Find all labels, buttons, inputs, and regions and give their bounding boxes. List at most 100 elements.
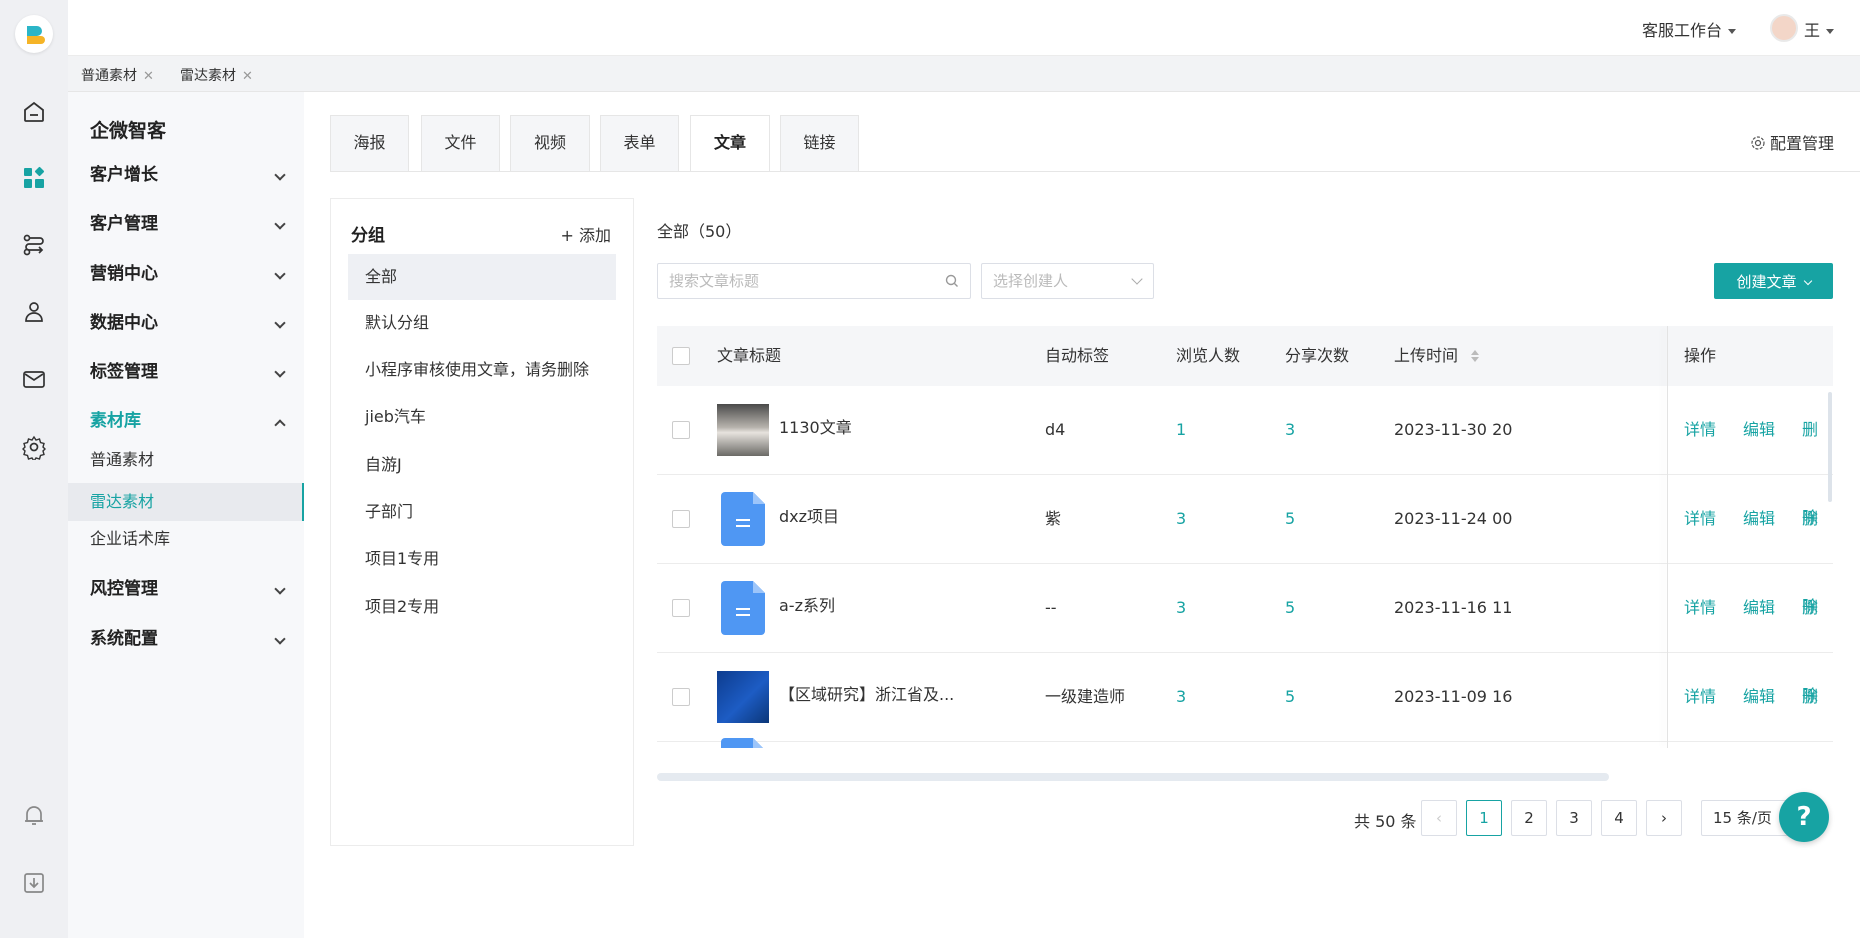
menu-item-risk-control[interactable]: 风控管理 xyxy=(68,570,304,608)
chevron-right-icon: › xyxy=(1661,809,1667,827)
article-count-title: 全部（50） xyxy=(657,222,742,241)
horizontal-scrollbar[interactable] xyxy=(657,773,1609,781)
article-views[interactable]: 1 xyxy=(1176,386,1186,474)
row-checkbox[interactable] xyxy=(672,421,690,439)
menu-item-customer-management[interactable]: 客户管理 xyxy=(68,205,304,243)
tab-article[interactable]: 文章 xyxy=(690,115,770,172)
menu-item-label: 系统配置 xyxy=(90,629,158,649)
page-tab-radar[interactable]: 雷达素材 ✕ xyxy=(180,65,253,85)
chevron-down-icon xyxy=(274,317,286,329)
settings-icon[interactable] xyxy=(18,431,50,463)
group-item[interactable]: 自游J xyxy=(348,442,616,488)
menu-item-system-config[interactable]: 系统配置 xyxy=(68,620,304,658)
bell-icon[interactable] xyxy=(18,799,50,831)
tab-label: 文章 xyxy=(713,133,746,152)
detail-button[interactable]: 详情 xyxy=(1684,475,1716,563)
group-item[interactable]: 小程序审核使用文章，请务删除 xyxy=(348,347,616,393)
pagination-total: 共 50 条 xyxy=(1354,812,1417,831)
search-input[interactable] xyxy=(657,263,971,299)
edit-button[interactable]: 编辑 xyxy=(1743,564,1775,652)
next-page-button[interactable]: › xyxy=(1646,800,1682,836)
chevron-down-icon xyxy=(274,268,286,280)
edit-button[interactable]: 编辑 xyxy=(1743,475,1775,563)
row-checkbox[interactable] xyxy=(672,688,690,706)
help-button[interactable]: ? xyxy=(1779,792,1829,842)
article-shares[interactable]: 5 xyxy=(1285,475,1295,563)
menu-item-material-library[interactable]: 素材库 xyxy=(68,402,304,440)
edit-button[interactable]: 编辑 xyxy=(1743,653,1775,741)
article-shares[interactable]: 5 xyxy=(1285,564,1295,652)
sub-item-normal-material[interactable]: 普通素材 xyxy=(68,441,304,479)
group-item[interactable]: 默认分组 xyxy=(348,300,616,346)
article-views[interactable]: 3 xyxy=(1176,475,1186,563)
group-item[interactable]: 子部门 xyxy=(348,489,616,535)
workbench-dropdown[interactable]: 客服工作台 xyxy=(1642,17,1736,41)
chevron-down-icon xyxy=(274,218,286,230)
group-item[interactable]: jieb汽车 xyxy=(348,394,616,440)
chevron-up-icon xyxy=(274,419,286,431)
article-tag: 一级建造师 xyxy=(1045,687,1126,706)
home-icon[interactable] xyxy=(18,96,50,128)
menu-item-tag-management[interactable]: 标签管理 xyxy=(68,353,304,391)
article-views[interactable]: 3 xyxy=(1176,653,1186,741)
page-button-3[interactable]: 3 xyxy=(1556,800,1592,836)
config-management-button[interactable]: 配置管理 xyxy=(1750,130,1834,154)
icon-rail xyxy=(0,0,68,938)
detail-button[interactable]: 详情 xyxy=(1684,564,1716,652)
close-icon[interactable]: ✕ xyxy=(242,69,253,84)
tab-poster[interactable]: 海报 xyxy=(330,115,409,171)
row-checkbox[interactable] xyxy=(672,510,690,528)
app-logo[interactable] xyxy=(15,15,53,53)
edit-button[interactable]: 编辑 xyxy=(1743,386,1775,474)
sort-icon[interactable] xyxy=(1471,350,1480,362)
group-item[interactable]: 项目1专用 xyxy=(348,536,616,582)
article-title: 【区域研究】浙江省及... xyxy=(779,685,955,704)
detail-button[interactable]: 详情 xyxy=(1684,386,1716,474)
page-button-4[interactable]: 4 xyxy=(1601,800,1637,836)
table-row: 1130文章 d4 1 3 2023-11-30 20 详情 编辑 删除 xyxy=(657,386,1833,527)
article-title: 1130文章 xyxy=(779,418,852,437)
page-tab-normal[interactable]: 普通素材 ✕ xyxy=(81,65,154,85)
prev-page-button[interactable]: ‹ xyxy=(1421,800,1457,836)
page-button-2[interactable]: 2 xyxy=(1511,800,1547,836)
menu-item-label: 营销中心 xyxy=(90,264,158,284)
article-views[interactable]: 3 xyxy=(1176,564,1186,652)
menu-item-customer-growth[interactable]: 客户增长 xyxy=(68,156,304,194)
mail-icon[interactable] xyxy=(18,363,50,395)
group-item[interactable]: 项目2专用 xyxy=(348,584,616,630)
apps-icon[interactable] xyxy=(18,162,50,194)
download-icon[interactable] xyxy=(18,867,50,899)
detail-button[interactable]: 详情 xyxy=(1684,653,1716,741)
creator-select[interactable] xyxy=(981,263,1154,299)
delete-button[interactable]: 删除 xyxy=(1802,653,1833,748)
gear-icon xyxy=(1751,136,1765,150)
user-tag-icon[interactable] xyxy=(18,296,50,328)
config-label: 配置管理 xyxy=(1769,134,1834,153)
menu-item-marketing[interactable]: 营销中心 xyxy=(68,255,304,293)
group-item[interactable]: 全部 xyxy=(348,254,616,300)
user-menu[interactable]: 王 xyxy=(1804,17,1834,41)
tab-form[interactable]: 表单 xyxy=(600,115,679,171)
sub-item-script-library[interactable]: 企业话术库 xyxy=(68,520,304,558)
vertical-scrollbar[interactable] xyxy=(1828,392,1832,502)
article-shares[interactable]: 5 xyxy=(1285,653,1295,741)
avatar[interactable] xyxy=(1770,14,1798,42)
flow-icon[interactable] xyxy=(18,229,50,261)
column-header-upload-time[interactable]: 上传时间 xyxy=(1394,326,1480,386)
sub-item-label: 雷达素材 xyxy=(90,492,155,511)
article-shares[interactable]: 3 xyxy=(1285,386,1295,474)
column-header-tag: 自动标签 xyxy=(1045,346,1110,365)
tab-file[interactable]: 文件 xyxy=(421,115,500,171)
create-article-button[interactable]: 创建文章 xyxy=(1714,263,1833,299)
page-tab-label: 普通素材 xyxy=(81,68,137,84)
sub-item-radar-material[interactable]: 雷达素材 xyxy=(68,483,304,521)
add-group-button[interactable]: + 添加 xyxy=(561,222,612,246)
menu-item-data-center[interactable]: 数据中心 xyxy=(68,304,304,342)
tab-video[interactable]: 视频 xyxy=(510,115,590,171)
close-icon[interactable]: ✕ xyxy=(143,69,154,84)
tab-link[interactable]: 链接 xyxy=(780,115,859,171)
page-button-1[interactable]: 1 xyxy=(1466,800,1502,836)
search-icon[interactable] xyxy=(944,273,960,289)
row-checkbox[interactable] xyxy=(672,599,690,617)
select-all-checkbox[interactable] xyxy=(672,347,690,365)
